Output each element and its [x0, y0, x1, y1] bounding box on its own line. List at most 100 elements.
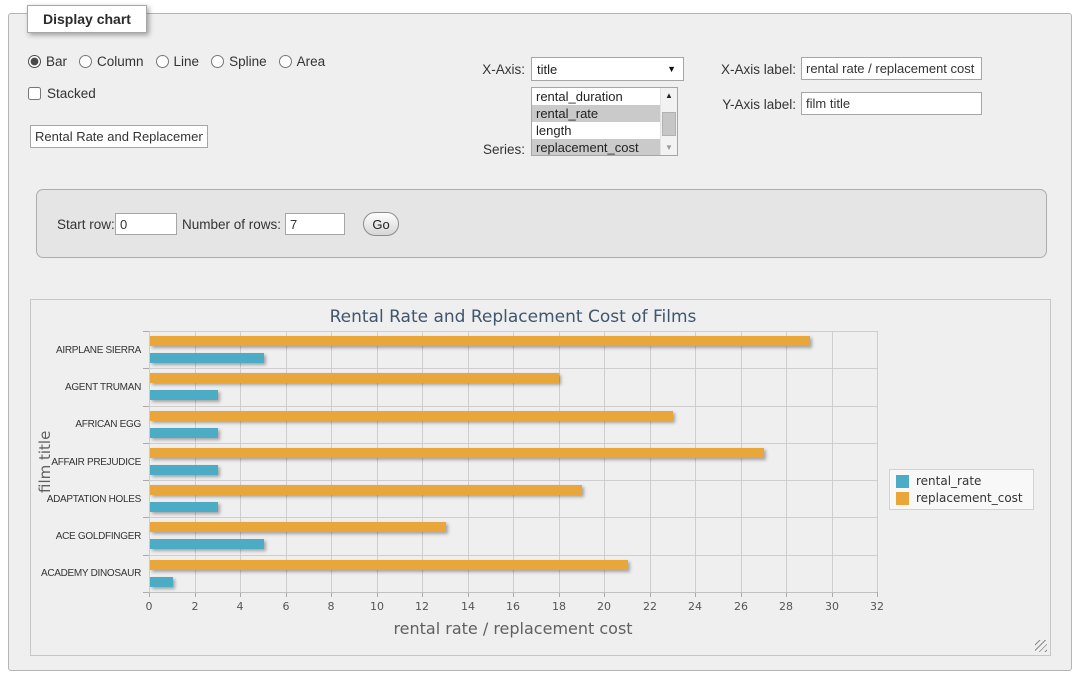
gridline: [240, 331, 241, 592]
category-label: AFFAIR PREJUDICE: [31, 457, 141, 468]
chart-type-option-label: Line: [174, 54, 200, 69]
x-axis-line: [149, 592, 877, 593]
gridline: [650, 331, 651, 592]
legend-swatch-icon: [896, 492, 909, 505]
y-axis-label-input[interactable]: [801, 92, 982, 115]
bar-replacement_cost: [150, 560, 628, 570]
gridline: [149, 443, 877, 444]
series-listbox[interactable]: rental_durationrental_ratelengthreplacem…: [531, 87, 678, 156]
x-tick-label: 20: [587, 600, 621, 613]
category-label: ACE GOLDFINGER: [31, 531, 141, 542]
display-chart-app: Display chart BarColumnLineSplineArea St…: [0, 0, 1081, 681]
category-label: AFRICAN EGG: [31, 419, 141, 430]
bar-rental_rate: [150, 428, 218, 438]
gridline: [786, 331, 787, 592]
bar-replacement_cost: [150, 522, 446, 532]
chart-type-option-line[interactable]: Line: [156, 54, 200, 69]
number-of-rows-input[interactable]: [285, 213, 345, 235]
gridline: [149, 368, 877, 369]
gridline: [149, 517, 877, 518]
gridline: [604, 331, 605, 592]
series-scrollbar[interactable]: ▲ ▼: [660, 88, 677, 155]
gridline: [832, 331, 833, 592]
y-tick: [143, 331, 149, 332]
category-label: ACADEMY DINOSAUR: [31, 568, 141, 579]
gridline: [877, 331, 878, 592]
gridline: [695, 331, 696, 592]
start-row-label: Start row:: [57, 217, 115, 232]
legend-item-replacement_cost[interactable]: replacement_cost: [896, 491, 1023, 505]
gridline: [149, 480, 877, 481]
x-tick-label: 18: [542, 600, 576, 613]
bar-replacement_cost: [150, 485, 582, 495]
stacked-label: Stacked: [47, 86, 96, 101]
gridline: [468, 331, 469, 592]
x-axis-select-label: X-Axis:: [430, 62, 525, 77]
chart-type-option-area[interactable]: Area: [279, 54, 326, 69]
bar-rental_rate: [150, 502, 218, 512]
x-tick: [877, 592, 878, 597]
y-tick: [143, 480, 149, 481]
bar-rental_rate: [150, 577, 173, 587]
start-row-input[interactable]: [115, 213, 177, 235]
y-tick: [143, 555, 149, 556]
category-label: ADAPTATION HOLES: [31, 494, 141, 505]
chart-type-radio[interactable]: [279, 55, 292, 68]
scroll-down-icon[interactable]: ▼: [661, 140, 677, 155]
x-tick-label: 2: [178, 600, 212, 613]
chart-type-option-column[interactable]: Column: [79, 54, 144, 69]
x-tick-label: 28: [769, 600, 803, 613]
chart-legend: rental_rate replacement_cost: [889, 469, 1034, 510]
x-tick-label: 8: [314, 600, 348, 613]
chart-type-radio[interactable]: [211, 55, 224, 68]
x-tick-label: 24: [678, 600, 712, 613]
chevron-down-icon: ▼: [667, 65, 676, 74]
chart-type-radio[interactable]: [79, 55, 92, 68]
bar-rental_rate: [150, 539, 264, 549]
chart-type-radio[interactable]: [28, 55, 41, 68]
x-axis-select[interactable]: title ▼: [531, 57, 684, 81]
chart-type-option-bar[interactable]: Bar: [28, 54, 67, 69]
stacked-checkbox[interactable]: [28, 87, 41, 100]
gridline: [149, 331, 877, 332]
series-option-rental_rate[interactable]: rental_rate: [532, 105, 660, 122]
stacked-option[interactable]: Stacked: [28, 86, 96, 101]
y-axis-label-label: Y-Axis label:: [700, 97, 796, 112]
scrollbar-thumb[interactable]: [662, 112, 676, 136]
category-label: AIRPLANE SIERRA: [31, 345, 141, 356]
legend-swatch-icon: [896, 475, 909, 488]
chart-title-input[interactable]: [30, 125, 208, 148]
gridline: [559, 331, 560, 592]
chart-type-radio[interactable]: [156, 55, 169, 68]
series-option-replacement_cost[interactable]: replacement_cost: [532, 139, 660, 155]
series-option-rental_duration[interactable]: rental_duration: [532, 88, 660, 105]
gridline: [149, 555, 877, 556]
legend-item-rental_rate[interactable]: rental_rate: [896, 474, 1023, 488]
gridline: [149, 406, 877, 407]
resize-grip-icon[interactable]: [1035, 640, 1047, 652]
chart-x-axis-title: rental rate / replacement cost: [149, 619, 877, 638]
bar-rental_rate: [150, 353, 264, 363]
bar-replacement_cost: [150, 336, 810, 346]
gridline: [422, 331, 423, 592]
x-tick-label: 22: [633, 600, 667, 613]
chart-type-option-label: Bar: [46, 54, 67, 69]
gridline: [149, 331, 150, 592]
series-option-length[interactable]: length: [532, 122, 660, 139]
legend-label: replacement_cost: [916, 491, 1023, 505]
go-button[interactable]: Go: [363, 212, 399, 236]
chart-type-option-label: Column: [97, 54, 144, 69]
bar-rental_rate: [150, 465, 218, 475]
series-list-label: Series:: [430, 142, 525, 157]
series-options: rental_durationrental_ratelengthreplacem…: [532, 88, 660, 155]
chart-type-radio-group: Bar Column Line Spline Area: [28, 54, 325, 69]
x-tick-label: 6: [269, 600, 303, 613]
x-tick-label: 12: [405, 600, 439, 613]
gridline: [513, 331, 514, 592]
y-tick: [143, 443, 149, 444]
gridline: [195, 331, 196, 592]
chart-type-option-spline[interactable]: Spline: [211, 54, 267, 69]
x-axis-label-input[interactable]: [801, 57, 982, 80]
scroll-up-icon[interactable]: ▲: [661, 88, 677, 103]
gridline: [331, 331, 332, 592]
